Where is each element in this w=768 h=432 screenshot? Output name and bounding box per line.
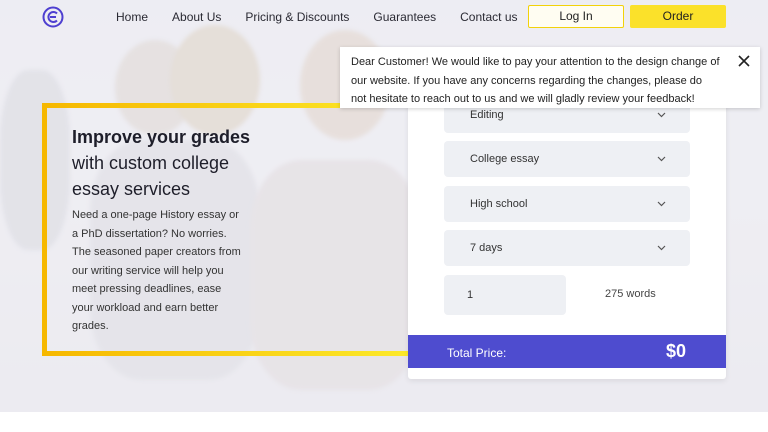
paper-type-value: College essay [470, 153, 540, 165]
total-price-label: Total Price: [447, 346, 507, 360]
page-footer-edge [0, 412, 768, 432]
paper-type-select[interactable]: College essay [444, 141, 690, 177]
close-icon[interactable] [737, 54, 751, 68]
main-nav: Home About Us Pricing & Discounts Guaran… [116, 10, 542, 24]
chevron-down-icon [657, 112, 666, 118]
hero-title-bold: Improve your grades [72, 127, 251, 147]
word-count-label: 275 words [605, 288, 656, 300]
brand-logo-icon[interactable] [42, 6, 64, 28]
notice-text: Dear Customer! We would like to pay your… [351, 56, 720, 105]
hero-title-rest: with custom college essay services [72, 153, 230, 199]
nav-pricing-discounts[interactable]: Pricing & Discounts [245, 10, 349, 24]
hero-text-block: Improve your grades with custom college … [72, 124, 272, 336]
total-price-value: $0 [666, 341, 687, 361]
chevron-down-icon [657, 245, 666, 251]
login-button[interactable]: Log In [528, 5, 624, 28]
pages-quantity-input[interactable]: 1 [444, 275, 566, 315]
nav-about-us[interactable]: About Us [172, 10, 221, 24]
deadline-select[interactable]: 7 days [444, 230, 690, 266]
order-button[interactable]: Order [630, 5, 726, 28]
nav-guarantees[interactable]: Guarantees [373, 10, 436, 24]
academic-level-value: High school [470, 198, 528, 210]
hero-title: Improve your grades with custom college … [72, 124, 272, 202]
hero-description: Need a one-page History essay or a PhD d… [72, 209, 241, 332]
design-change-notice: Dear Customer! We would like to pay your… [340, 47, 760, 108]
service-type-value: Editing [470, 109, 504, 121]
site-header: Home About Us Pricing & Discounts Guaran… [0, 0, 768, 34]
nav-home[interactable]: Home [116, 10, 148, 24]
chevron-down-icon [657, 201, 666, 207]
nav-contact-us[interactable]: Contact us [460, 10, 517, 24]
chevron-down-icon [657, 156, 666, 162]
deadline-value: 7 days [470, 242, 503, 254]
academic-level-select[interactable]: High school [444, 186, 690, 222]
